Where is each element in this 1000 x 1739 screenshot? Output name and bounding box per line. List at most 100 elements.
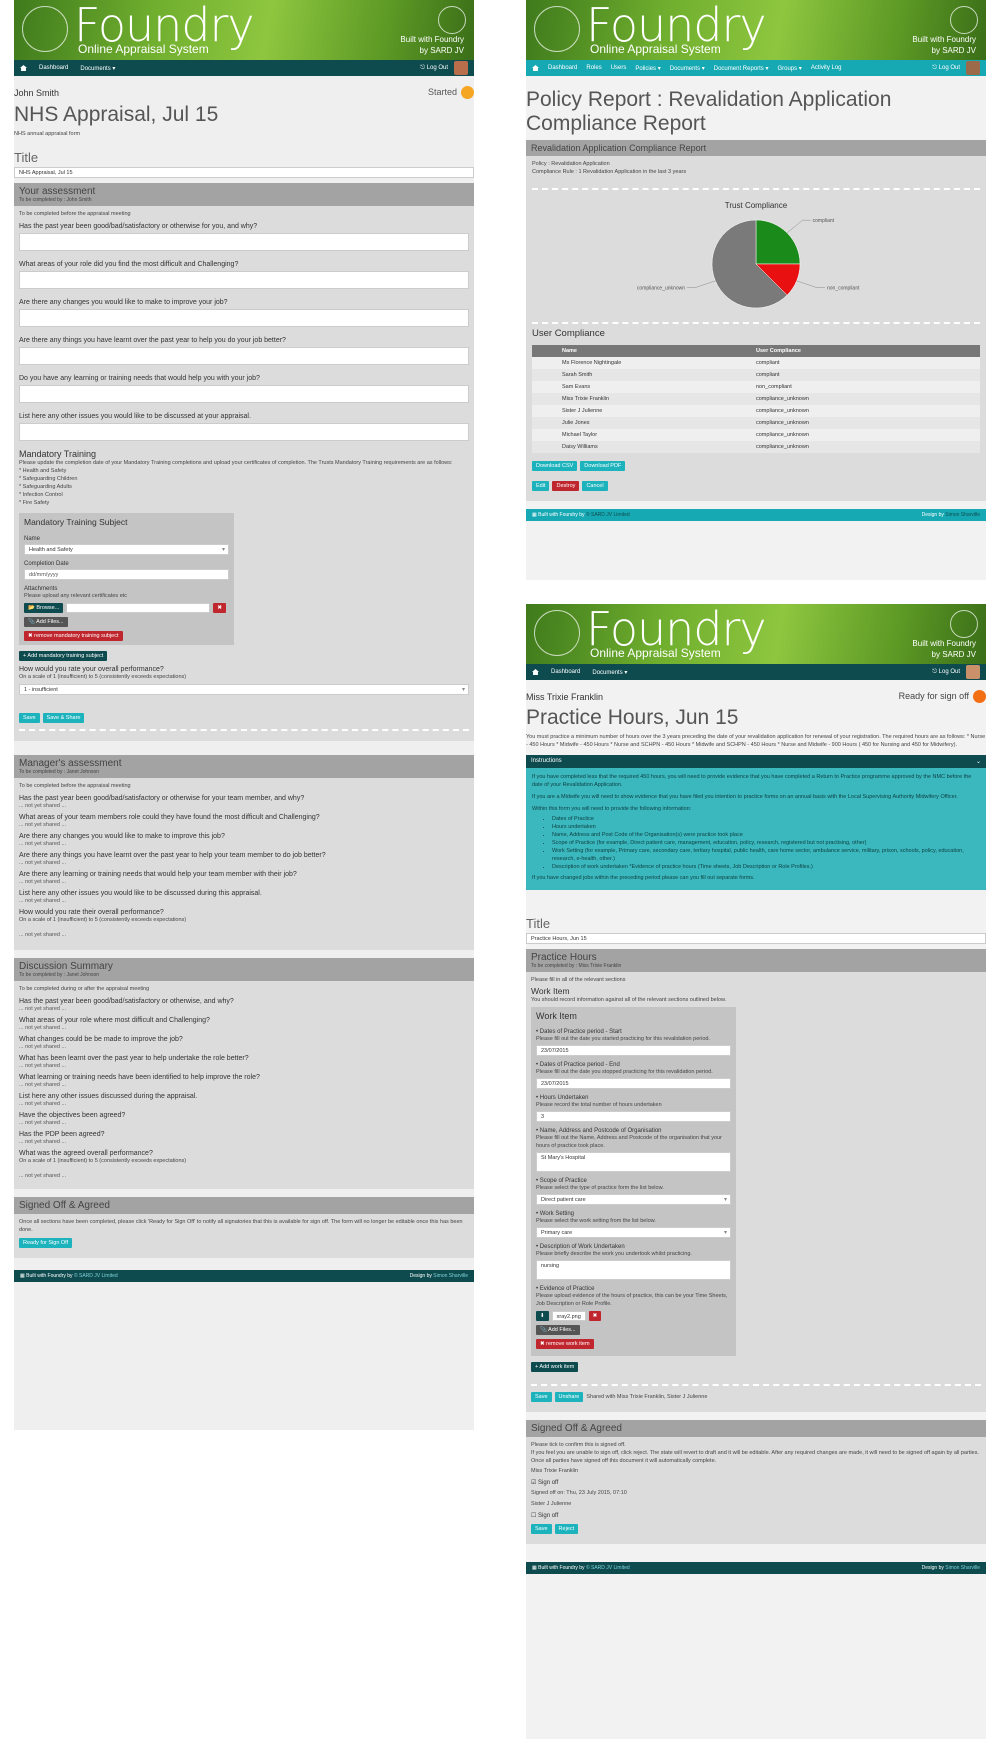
instruction-item: Dates of Practice xyxy=(552,815,980,823)
nav-dashboard[interactable]: Dashboard xyxy=(548,65,577,71)
nav-roles[interactable]: Roles xyxy=(586,65,601,71)
edit-button[interactable]: Edit xyxy=(532,481,550,491)
not-shared-text: ... not yet shared ... xyxy=(19,879,67,885)
logout-link[interactable]: ⎋ Log Out xyxy=(932,669,960,676)
browse-button[interactable]: 📂 Browse... xyxy=(24,603,64,613)
nav-dashboard[interactable]: Dashboard xyxy=(551,669,580,675)
nav-documents[interactable]: Documents ▾ xyxy=(80,65,115,72)
logout-link[interactable]: ⎋ Log Out xyxy=(420,65,448,72)
answer-textarea[interactable] xyxy=(19,347,469,365)
file-input[interactable] xyxy=(66,603,211,613)
main-nav: Dashboard Roles Users Policies ▾ Documen… xyxy=(526,60,986,76)
section-note: To be completed before the appraisal mee… xyxy=(19,783,131,789)
question-label: Have the objectives been agreed? xyxy=(19,1112,126,1119)
add-work-item-button[interactable]: + Add work item xyxy=(531,1362,579,1372)
scope-select[interactable]: Direct patient care xyxy=(536,1194,731,1205)
description-textarea[interactable]: nursing xyxy=(536,1260,731,1280)
attachments-note: Please upload any relevant certificates … xyxy=(24,593,128,599)
destroy-button[interactable]: Destroy xyxy=(552,481,580,491)
chevron-down-icon[interactable]: ⌄ xyxy=(976,758,981,765)
hours-input[interactable]: 3 xyxy=(536,1111,731,1122)
table-row: Ms Florence Nightingale compliant xyxy=(532,357,980,369)
pie-slice-compliant[interactable] xyxy=(755,219,801,265)
add-files-button[interactable]: 📎 Add Files... xyxy=(536,1325,580,1335)
question-label: How would you rate their overall perform… xyxy=(19,909,164,916)
signoff-checkbox[interactable]: ☐ Sign off xyxy=(531,1512,981,1519)
download-pdf-button[interactable]: Download PDF xyxy=(580,461,626,471)
pie-leader-line xyxy=(687,280,716,288)
footer-design: Design by Simon Sharville xyxy=(409,1273,468,1279)
evidence-file[interactable]: xray2.png xyxy=(551,1311,586,1321)
work-setting-select[interactable]: Primary care xyxy=(536,1227,731,1238)
section-title: Manager's assessment xyxy=(19,758,122,769)
remove-file-button[interactable]: ✖ xyxy=(588,1311,602,1321)
nav-documents[interactable]: Documents ▾ xyxy=(670,65,705,72)
avatar[interactable] xyxy=(966,665,980,679)
answer-textarea[interactable] xyxy=(19,385,469,403)
nav-users[interactable]: Users xyxy=(611,65,627,71)
home-icon[interactable] xyxy=(532,669,539,675)
practice-hours-panel: Foundry Online Appraisal System Built wi… xyxy=(526,604,986,1739)
add-subject-button[interactable]: + Add mandatory training subject xyxy=(19,651,108,661)
answer-textarea[interactable] xyxy=(19,423,469,441)
table-row: Sam Evans non_compliant xyxy=(532,381,980,393)
home-icon[interactable] xyxy=(532,65,539,71)
table-row: Daisy Williams compliance_unknown xyxy=(532,441,980,453)
instruction-item: Description of work undertaken *Evidence… xyxy=(552,863,980,871)
section-title: Discussion Summary xyxy=(19,961,113,972)
status-label: Started xyxy=(428,86,474,99)
section-title: Practice Hours xyxy=(531,952,597,963)
rating-select[interactable]: 1 - insufficient xyxy=(19,684,469,695)
question-label: List here any other issues discussed dur… xyxy=(19,1093,198,1100)
question-label: Are there any things you have learnt ove… xyxy=(19,337,286,344)
end-date-input[interactable]: 23/07/2015 xyxy=(536,1078,731,1089)
unshare-button[interactable]: Unshare xyxy=(554,1392,584,1402)
answer-textarea[interactable] xyxy=(19,271,469,289)
download-icon[interactable]: ⬇ xyxy=(536,1311,549,1321)
title-input[interactable]: Practice Hours, Jun 15 xyxy=(526,933,986,944)
remove-subject-button[interactable]: ✖ remove mandatory training subject xyxy=(24,631,123,641)
avatar[interactable] xyxy=(454,61,468,75)
remove-work-item-button[interactable]: ✖ remove work item xyxy=(536,1339,594,1349)
subject-name-select[interactable]: Health and Safety xyxy=(24,544,229,555)
divider xyxy=(532,322,980,324)
save-share-button[interactable]: Save & Share xyxy=(42,713,85,723)
answer-textarea[interactable] xyxy=(19,309,469,327)
user-name: Miss Trixie Franklin xyxy=(526,691,604,702)
download-csv-button[interactable]: Download CSV xyxy=(532,461,578,471)
nav-documents[interactable]: Documents ▾ xyxy=(592,669,627,676)
question-label: What areas of your role did you find the… xyxy=(19,261,239,268)
home-icon[interactable] xyxy=(20,65,27,71)
question-label: Do you have any learning or training nee… xyxy=(19,375,260,382)
instructions-header[interactable]: Instructions ⌄ xyxy=(526,755,986,768)
question-label: Are there any changes you would like to … xyxy=(19,299,228,306)
nav-activity-log[interactable]: Activity Log xyxy=(811,65,842,71)
save-button[interactable]: Save xyxy=(531,1392,552,1402)
title-input[interactable]: NHS Appraisal, Jul 15 xyxy=(14,167,474,178)
organisation-textarea[interactable]: St Mary's Hospital xyxy=(536,1152,731,1172)
answer-textarea[interactable] xyxy=(19,233,469,251)
subject-title: Mandatory Training Subject xyxy=(24,517,128,527)
name-label: Name xyxy=(24,536,41,542)
signoff-checkbox[interactable]: ☑ Sign off xyxy=(531,1479,981,1486)
ready-for-signoff-button[interactable]: Ready for Sign Off xyxy=(19,1238,73,1248)
avatar[interactable] xyxy=(966,61,980,75)
nav-document-reports[interactable]: Document Reports ▾ xyxy=(714,65,769,72)
title-label: Title xyxy=(14,150,39,165)
logout-link[interactable]: ⎋ Log Out xyxy=(932,65,960,72)
reject-button[interactable]: Reject xyxy=(554,1524,579,1534)
add-files-button[interactable]: 📎 Add Files... xyxy=(24,617,68,627)
remove-file-button[interactable]: ✖ xyxy=(213,603,226,613)
nav-dashboard[interactable]: Dashboard xyxy=(39,65,68,71)
start-date-input[interactable]: 23/07/2015 xyxy=(536,1045,731,1056)
save-button[interactable]: Save xyxy=(19,713,40,723)
nav-policies[interactable]: Policies ▾ xyxy=(635,65,660,72)
field-help: Please select the type of practice form … xyxy=(536,1185,664,1191)
completion-date-input[interactable]: dd/mm/yyyy xyxy=(24,569,229,580)
not-shared-text: ... not yet shared ... xyxy=(19,1082,67,1088)
cancel-button[interactable]: Cancel xyxy=(582,481,608,491)
not-shared-text: ... not yet shared ... xyxy=(19,1063,67,1069)
save-button[interactable]: Save xyxy=(531,1524,552,1534)
logo-circle-icon xyxy=(534,6,580,52)
nav-groups[interactable]: Groups ▾ xyxy=(777,65,801,72)
